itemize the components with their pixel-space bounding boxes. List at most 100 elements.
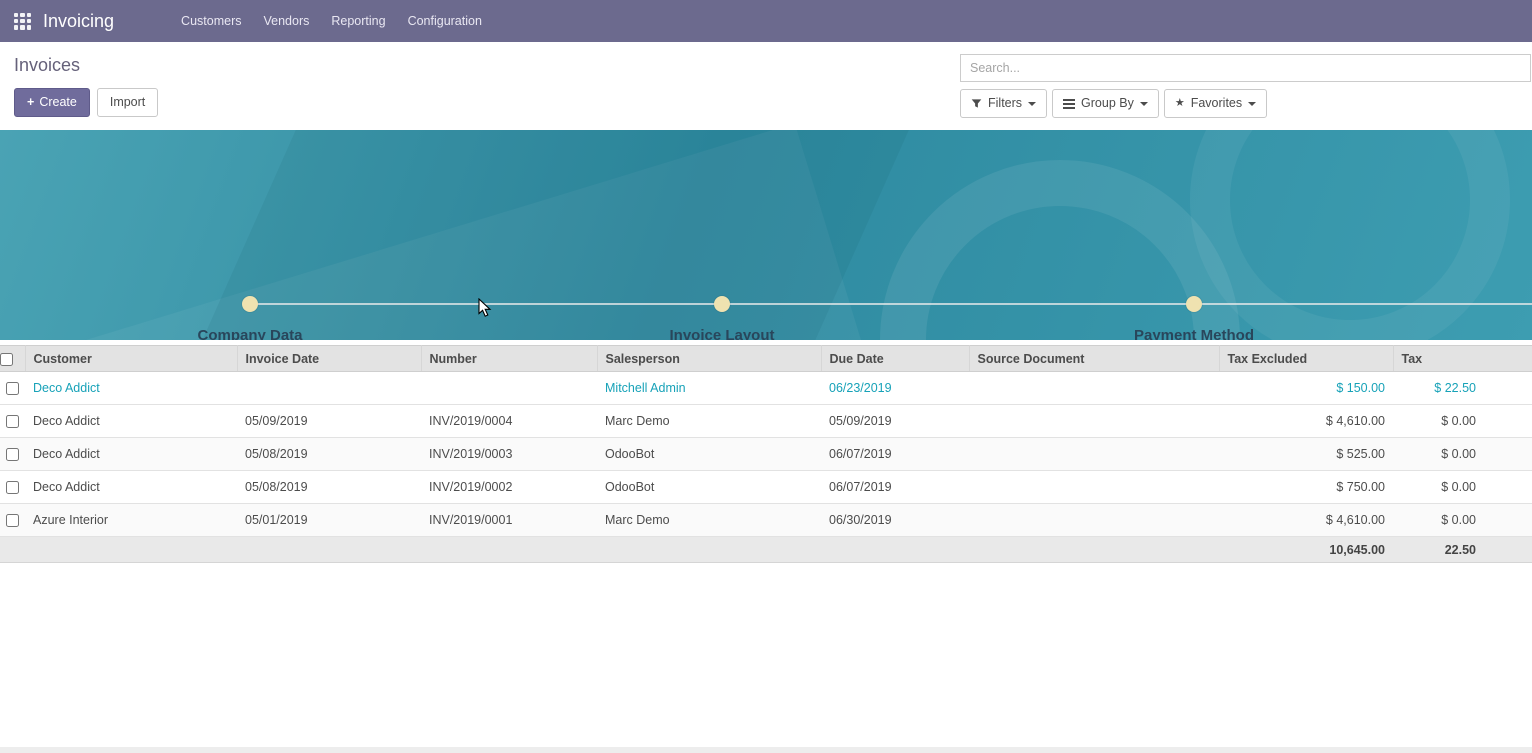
- filters-button-label: Filters: [988, 96, 1022, 111]
- top-navbar: Invoicing Customers Vendors Reporting Co…: [0, 0, 1532, 42]
- step-title: Payment Method: [1054, 327, 1334, 340]
- favorites-button[interactable]: ★ Favorites: [1164, 89, 1267, 118]
- cell-customer[interactable]: Deco Addict: [25, 438, 237, 471]
- filters-button[interactable]: Filters: [960, 89, 1047, 118]
- table-row[interactable]: Deco Addict 05/08/2019 INV/2019/0002 Odo…: [0, 471, 1532, 504]
- chevron-down-icon: [1028, 102, 1036, 106]
- column-header-due-date[interactable]: Due Date: [821, 346, 969, 372]
- chevron-down-icon: [1248, 102, 1256, 106]
- banner-decoration: [1190, 130, 1510, 340]
- main-menu: Customers Vendors Reporting Configuratio…: [170, 0, 493, 42]
- row-checkbox[interactable]: [6, 481, 19, 494]
- cell-number[interactable]: INV/2019/0004: [421, 405, 597, 438]
- column-header-tax[interactable]: Tax: [1393, 346, 1532, 372]
- onboarding-banner: Company Data Set your company's data for…: [0, 130, 1532, 340]
- cell-customer[interactable]: Azure Interior: [25, 504, 237, 537]
- cell-customer[interactable]: Deco Addict: [25, 405, 237, 438]
- invoice-list-table: Customer Invoice Date Number Salesperson…: [0, 345, 1532, 563]
- step-dot-invoice-layout: [714, 296, 730, 312]
- cell-tax-excluded[interactable]: $ 4,610.00: [1219, 504, 1393, 537]
- column-header-tax-excluded[interactable]: Tax Excluded: [1219, 346, 1393, 372]
- footer-tax-excluded-total: 10,645.00: [1219, 537, 1393, 563]
- row-checkbox[interactable]: [6, 415, 19, 428]
- cell-customer[interactable]: Deco Addict: [25, 372, 237, 405]
- favorites-button-label: Favorites: [1191, 96, 1242, 111]
- cell-tax[interactable]: $ 0.00: [1393, 471, 1532, 504]
- cell-salesperson[interactable]: Marc Demo: [597, 504, 821, 537]
- cell-source-document[interactable]: [969, 504, 1219, 537]
- step-title: Company Data: [110, 327, 390, 340]
- cell-due-date[interactable]: 06/30/2019: [821, 504, 969, 537]
- cell-invoice-date[interactable]: 05/08/2019: [237, 438, 421, 471]
- cell-salesperson[interactable]: OdooBot: [597, 438, 821, 471]
- nav-item-vendors[interactable]: Vendors: [252, 1, 320, 41]
- row-checkbox[interactable]: [6, 448, 19, 461]
- column-header-number[interactable]: Number: [421, 346, 597, 372]
- footer-spacer: [0, 537, 1219, 563]
- onboarding-step-company-data: Company Data Set your company's data for…: [110, 327, 390, 340]
- nav-item-reporting[interactable]: Reporting: [320, 1, 396, 41]
- table-row[interactable]: Deco Addict Mitchell Admin 06/23/2019 $ …: [0, 372, 1532, 405]
- apps-menu-icon[interactable]: [14, 13, 31, 30]
- cell-due-date[interactable]: 06/23/2019: [821, 372, 969, 405]
- cell-tax-excluded[interactable]: $ 525.00: [1219, 438, 1393, 471]
- cell-number[interactable]: INV/2019/0001: [421, 504, 597, 537]
- cell-customer[interactable]: Deco Addict: [25, 471, 237, 504]
- cell-number[interactable]: INV/2019/0002: [421, 471, 597, 504]
- control-panel: Invoices +Create Import Filters Group By…: [0, 42, 1532, 130]
- cell-due-date[interactable]: 06/07/2019: [821, 438, 969, 471]
- table-footer-row: 10,645.00 22.50: [0, 537, 1532, 563]
- app-brand[interactable]: Invoicing: [43, 11, 114, 32]
- cell-invoice-date[interactable]: 05/08/2019: [237, 471, 421, 504]
- cell-source-document[interactable]: [969, 372, 1219, 405]
- table-row[interactable]: Deco Addict 05/09/2019 INV/2019/0004 Mar…: [0, 405, 1532, 438]
- search-input[interactable]: [960, 54, 1531, 82]
- table-row[interactable]: Azure Interior 05/01/2019 INV/2019/0001 …: [0, 504, 1532, 537]
- column-header-salesperson[interactable]: Salesperson: [597, 346, 821, 372]
- row-checkbox[interactable]: [6, 514, 19, 527]
- cell-tax[interactable]: $ 0.00: [1393, 405, 1532, 438]
- create-button[interactable]: +Create: [14, 88, 90, 117]
- cell-invoice-date[interactable]: 05/01/2019: [237, 504, 421, 537]
- onboarding-progress-line: [250, 303, 1532, 305]
- cell-source-document[interactable]: [969, 438, 1219, 471]
- column-header-source-document[interactable]: Source Document: [969, 346, 1219, 372]
- cell-tax-excluded[interactable]: $ 4,610.00: [1219, 405, 1393, 438]
- cell-salesperson[interactable]: Mitchell Admin: [597, 372, 821, 405]
- cell-due-date[interactable]: 05/09/2019: [821, 405, 969, 438]
- column-header-customer[interactable]: Customer: [25, 346, 237, 372]
- nav-item-configuration[interactable]: Configuration: [397, 1, 493, 41]
- cell-tax[interactable]: $ 0.00: [1393, 504, 1532, 537]
- step-title: Invoice Layout: [582, 327, 862, 340]
- cell-tax[interactable]: $ 0.00: [1393, 438, 1532, 471]
- cell-invoice-date[interactable]: 05/09/2019: [237, 405, 421, 438]
- chevron-down-icon: [1140, 102, 1148, 106]
- cell-source-document[interactable]: [969, 405, 1219, 438]
- cell-tax-excluded[interactable]: $ 750.00: [1219, 471, 1393, 504]
- group-by-button[interactable]: Group By: [1052, 89, 1159, 118]
- onboarding-step-invoice-layout: Invoice Layout Customize the look of you…: [582, 327, 862, 340]
- cell-salesperson[interactable]: Marc Demo: [597, 405, 821, 438]
- plus-icon: +: [27, 95, 34, 109]
- select-all-checkbox[interactable]: [0, 353, 13, 366]
- table-header-row: Customer Invoice Date Number Salesperson…: [0, 346, 1532, 372]
- cell-salesperson[interactable]: OdooBot: [597, 471, 821, 504]
- import-button[interactable]: Import: [97, 88, 158, 117]
- banner-decoration: [880, 160, 1240, 340]
- table-row[interactable]: Deco Addict 05/08/2019 INV/2019/0003 Odo…: [0, 438, 1532, 471]
- horizontal-scrollbar[interactable]: [0, 747, 1532, 753]
- nav-item-customers[interactable]: Customers: [170, 1, 252, 41]
- cell-invoice-date[interactable]: [237, 372, 421, 405]
- cell-number[interactable]: [421, 372, 597, 405]
- cell-tax-excluded[interactable]: $ 150.00: [1219, 372, 1393, 405]
- cell-due-date[interactable]: 06/07/2019: [821, 471, 969, 504]
- row-checkbox[interactable]: [6, 382, 19, 395]
- filter-icon: [971, 98, 982, 109]
- column-header-invoice-date[interactable]: Invoice Date: [237, 346, 421, 372]
- cell-source-document[interactable]: [969, 471, 1219, 504]
- cell-tax[interactable]: $ 22.50: [1393, 372, 1532, 405]
- group-by-button-label: Group By: [1081, 96, 1134, 111]
- step-dot-payment-method: [1186, 296, 1202, 312]
- star-icon: ★: [1175, 98, 1185, 109]
- cell-number[interactable]: INV/2019/0003: [421, 438, 597, 471]
